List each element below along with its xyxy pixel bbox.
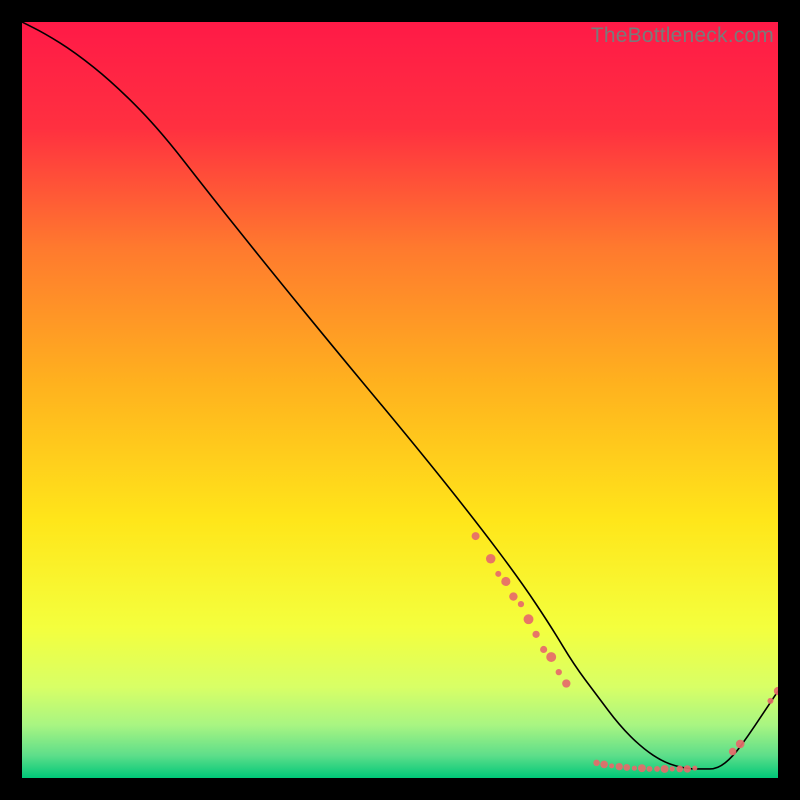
segment-dots-floor-dot [600, 761, 608, 769]
segment-dots-descending-dot [501, 577, 510, 586]
segment-dots-descending-dot [540, 646, 547, 653]
segment-dots-descending-dot [524, 614, 534, 624]
segment-dots-floor-dot [661, 765, 669, 773]
gradient-bg [22, 22, 778, 778]
segment-dots-floor-dot [609, 763, 614, 768]
segment-dots-rising-dot [736, 740, 745, 749]
segment-dots-descending-dot [518, 601, 524, 607]
segment-dots-floor-dot [638, 764, 646, 772]
chart-svg [22, 22, 778, 778]
segment-dots-descending-dot [546, 652, 556, 662]
segment-dots-descending-dot [556, 669, 562, 675]
segment-dots-descending-dot [495, 571, 501, 577]
segment-dots-floor-dot [623, 764, 630, 771]
segment-dots-floor-dot [654, 766, 660, 772]
segment-dots-floor-dot [593, 760, 600, 767]
segment-dots-floor-dot [684, 765, 691, 772]
segment-dots-descending-dot [562, 679, 570, 687]
segment-dots-rising-dot [767, 698, 773, 704]
watermark-text: TheBottleneck.com [591, 24, 774, 48]
segment-dots-floor-dot [632, 766, 637, 771]
segment-dots-floor-dot [670, 766, 675, 771]
segment-dots-descending-dot [486, 554, 496, 564]
segment-dots-floor-dot [676, 766, 683, 773]
chart-frame: TheBottleneck.com [22, 22, 778, 778]
segment-dots-floor-dot [692, 766, 697, 771]
segment-dots-floor-dot [616, 763, 623, 770]
segment-dots-descending-dot [509, 592, 517, 600]
segment-dots-rising-dot [729, 748, 737, 756]
segment-dots-descending-dot [532, 631, 539, 638]
segment-dots-descending-dot [472, 532, 480, 540]
segment-dots-floor-dot [647, 766, 653, 772]
